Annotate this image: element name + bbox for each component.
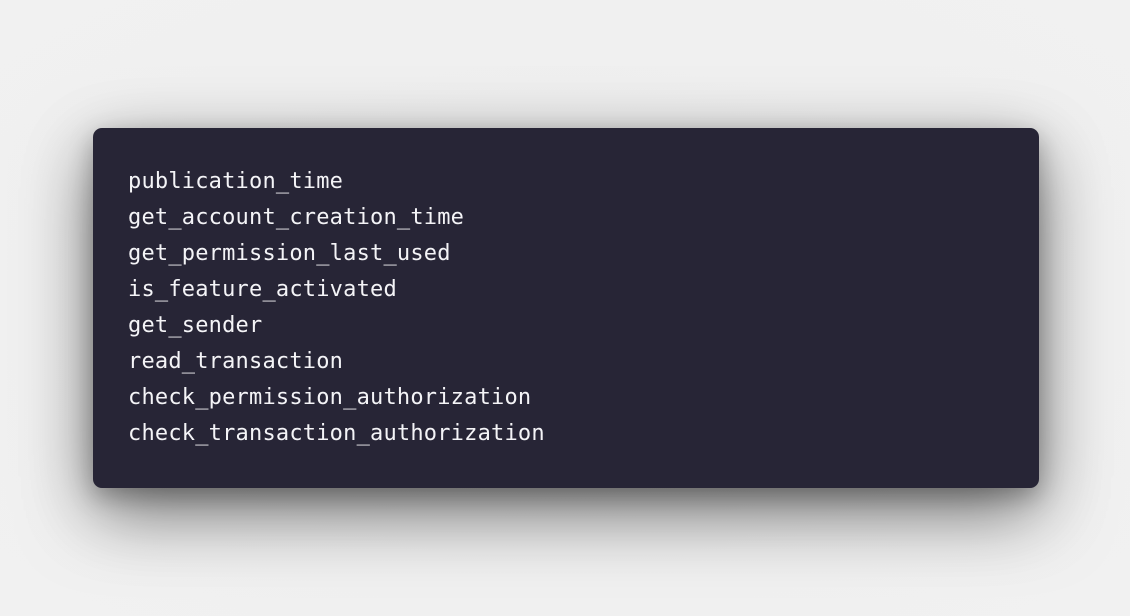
code-line-check-permission-authorization: check_permission_authorization bbox=[128, 385, 532, 410]
code-line-publication-time: publication_time bbox=[128, 169, 344, 194]
code-line-get-account-creation-time: get_account_creation_time bbox=[128, 205, 465, 230]
code-line-read-transaction: read_transaction bbox=[128, 349, 344, 374]
code-snippet-card: publication_time get_account_creation_ti… bbox=[93, 128, 1039, 488]
code-line-get-permission-last-used: get_permission_last_used bbox=[128, 241, 451, 266]
code-line-check-transaction-authorization: check_transaction_authorization bbox=[128, 421, 545, 446]
page-background: publication_time get_account_creation_ti… bbox=[0, 0, 1130, 616]
code-line-get-sender: get_sender bbox=[128, 313, 263, 338]
code-line-is-feature-activated: is_feature_activated bbox=[128, 277, 397, 302]
code-lines: publication_time get_account_creation_ti… bbox=[128, 164, 1039, 452]
